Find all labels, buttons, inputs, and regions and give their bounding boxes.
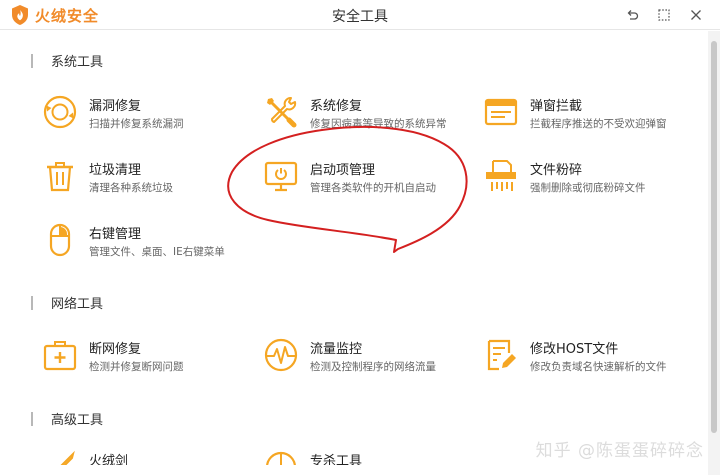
watermark: 知乎 @陈蛋蛋碎碎念 — [535, 441, 704, 461]
tool-context-menu-manager[interactable]: 右键管理 管理文件、桌面、IE右键菜单 — [42, 222, 262, 268]
window-controls — [616, 4, 712, 26]
tool-traffic-monitor[interactable]: 流量监控 检测及控制程序的网络流量 — [263, 337, 483, 383]
tool-description: 修复因病毒等导致的系统异常 — [310, 118, 447, 130]
tool-popup-block[interactable]: 弹窗拦截 拦截程序推送的不受欢迎弹窗 — [483, 94, 703, 140]
file-shredder-icon — [486, 160, 516, 191]
tool-vulnerability-repair[interactable]: 漏洞修复 扫描并修复系统漏洞 — [42, 94, 262, 140]
section-advanced-tools: 高级工具 — [31, 409, 103, 428]
section-network-tools: 网络工具 — [31, 293, 103, 312]
tool-name: 右键管理 — [89, 227, 142, 242]
tool-name: 弹窗拦截 — [530, 99, 583, 114]
wrench-screwdriver-icon — [267, 97, 297, 128]
tool-name: 漏洞修复 — [89, 99, 142, 114]
tool-name: 修改HOST文件 — [530, 342, 619, 357]
tool-description: 管理各类软件的开机自启动 — [310, 182, 436, 194]
tool-name: 系统修复 — [310, 99, 363, 114]
tool-junk-clean[interactable]: 垃圾清理 清理各种系统垃圾 — [42, 158, 262, 204]
tool-description: 管理文件、桌面、IE右键菜单 — [89, 246, 225, 258]
scrollbar[interactable] — [708, 31, 720, 475]
window-title: 安全工具 — [332, 9, 388, 25]
mouse-icon — [49, 223, 71, 257]
tool-description: 扫描并修复系统漏洞 — [89, 118, 184, 130]
back-icon — [627, 10, 639, 20]
restore-icon — [658, 9, 670, 21]
tool-description: 拦截程序推送的不受欢迎弹窗 — [530, 118, 667, 130]
tool-description: 清理各种系统垃圾 — [89, 182, 173, 194]
close-button[interactable] — [680, 4, 712, 26]
section-title: 系统工具 — [51, 55, 104, 70]
tool-modify-host-file[interactable]: 修改HOST文件 修改负责域名快速解析的文件 — [483, 337, 703, 383]
section-title: 网络工具 — [51, 297, 104, 312]
tool-description: 强制删除或彻底粉碎文件 — [530, 182, 646, 194]
back-button[interactable] — [616, 4, 648, 26]
tool-description: 修改负责域名快速解析的文件 — [530, 361, 667, 373]
tool-startup-manager[interactable]: 启动项管理 管理各类软件的开机自启动 — [263, 158, 483, 204]
tool-file-shredder[interactable]: 文件粉碎 强制删除或彻底粉碎文件 — [483, 158, 703, 204]
monitor-power-icon — [264, 161, 298, 192]
tool-network-repair[interactable]: 断网修复 检测并修复断网问题 — [42, 337, 262, 383]
tool-system-repair[interactable]: 系统修复 修复因病毒等导致的系统异常 — [263, 94, 483, 140]
vulnerability-repair-icon — [43, 95, 77, 129]
restore-button[interactable] — [648, 4, 680, 26]
tool-name: 流量监控 — [310, 342, 363, 357]
section-title: 高级工具 — [51, 413, 104, 428]
title-bar: 火绒安全 安全工具 — [0, 0, 720, 30]
trash-can-icon — [47, 162, 73, 192]
close-icon — [691, 10, 701, 20]
tool-description: 检测及控制程序的网络流量 — [310, 361, 436, 373]
scrollbar-thumb[interactable] — [711, 41, 717, 433]
tool-name: 断网修复 — [89, 342, 142, 357]
tool-description: 检测并修复断网问题 — [89, 361, 184, 373]
section-system-tools: 系统工具 — [31, 51, 103, 70]
tool-name: 文件粉碎 — [530, 163, 583, 178]
tool-name: 垃圾清理 — [89, 163, 142, 178]
tool-name: 启动项管理 — [310, 163, 376, 178]
medical-kit-icon — [43, 341, 77, 371]
pulse-gauge-icon — [264, 338, 298, 372]
tools-panel: 系统工具 漏洞修复 扫描并修复系统漏洞 系统修复 修复因病毒等导致的系统异常 弹… — [0, 31, 708, 475]
edit-document-icon — [487, 339, 516, 371]
popup-window-icon — [484, 98, 518, 126]
